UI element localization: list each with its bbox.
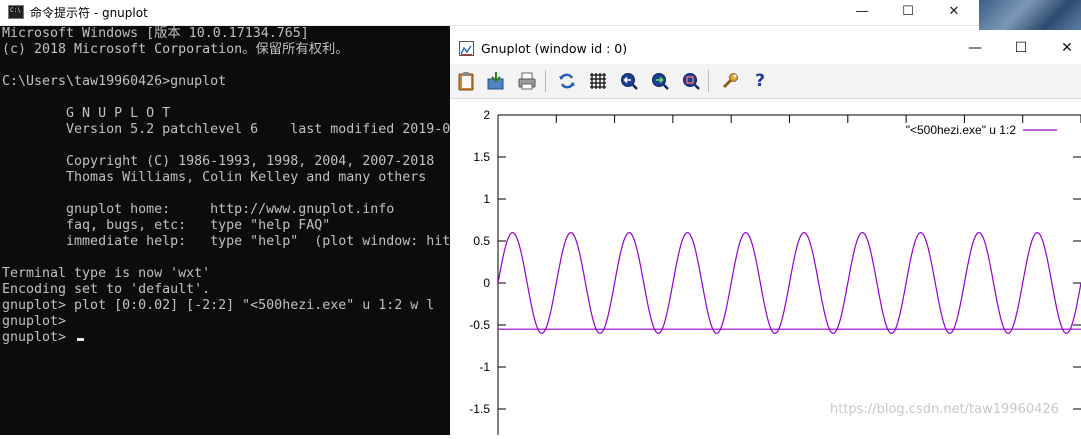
- cmd-minimize-button[interactable]: —: [839, 0, 885, 25]
- y-tick-label: -0.5: [469, 318, 490, 332]
- console-line: G N U P L O T: [2, 106, 171, 121]
- gnuplot-maximize-button[interactable]: ☐: [998, 34, 1044, 64]
- text-cursor: [77, 338, 85, 341]
- console-line: Microsoft Windows [版本 10.0.17134.765]: [2, 26, 309, 41]
- autoscale-icon[interactable]: [680, 70, 702, 92]
- cmd-window-title: 命令提示符 - gnuplot: [30, 6, 148, 20]
- gnuplot-minimize-button[interactable]: —: [952, 34, 998, 64]
- y-tick-label: -1.5: [469, 402, 490, 416]
- console-line: gnuplot> plot [0:0.02] [-2:2] "<500hezi.…: [2, 298, 435, 313]
- series-line: [498, 231, 1081, 335]
- toolbar-separator: [708, 70, 709, 92]
- gnuplot-window-title: Gnuplot (window id : 0): [481, 41, 628, 56]
- console-line: Copyright (C) 1986-1993, 1998, 2004, 200…: [2, 154, 435, 169]
- options-icon[interactable]: [719, 70, 741, 92]
- console-line: Encoding set to 'default'.: [2, 282, 211, 297]
- cmd-close-button[interactable]: ✕: [931, 0, 977, 25]
- console-line: (c) 2018 Microsoft Corporation。保留所有权利。: [2, 42, 349, 57]
- console-line: gnuplot home: http://www.gnuplot.info: [2, 202, 395, 217]
- gnuplot-close-button[interactable]: ✕: [1044, 34, 1081, 64]
- cmd-app-icon: C:\: [8, 5, 24, 19]
- help-icon[interactable]: ?: [749, 70, 771, 92]
- copy-clipboard-icon[interactable]: [455, 70, 477, 92]
- watermark-text: https://blog.csdn.net/taw19960426: [830, 402, 1059, 417]
- cmd-titlebar[interactable]: C:\ 命令提示符 - gnuplot — ☐ ✕: [0, 0, 979, 26]
- replot-icon[interactable]: [556, 70, 578, 92]
- y-tick-label: -1: [479, 360, 490, 374]
- cmd-maximize-button[interactable]: ☐: [885, 0, 931, 25]
- console-line: faq, bugs, etc: type "help FAQ": [2, 218, 331, 233]
- desktop-background: [979, 0, 1081, 30]
- y-tick-label: 0: [483, 276, 490, 290]
- gnuplot-window: Gnuplot (window id : 0) — ☐ ✕ ? -1.5 -1 …: [450, 34, 1081, 435]
- print-icon[interactable]: [516, 70, 538, 92]
- grid-icon[interactable]: [587, 70, 609, 92]
- console-line: immediate help: type "help" (plot window…: [2, 234, 450, 249]
- console-line: Terminal type is now 'wxt': [2, 266, 211, 281]
- help-glyph: ?: [755, 71, 765, 91]
- console-line: C:\Users\taw19960426>gnuplot: [2, 74, 227, 89]
- y-tick-label: 1.5: [473, 150, 490, 164]
- gnuplot-app-icon: [459, 41, 474, 56]
- zoom-previous-icon[interactable]: [618, 70, 640, 92]
- console-output: Microsoft Windows [版本 10.0.17134.765] (c…: [2, 26, 450, 346]
- y-tick-label: 0.5: [473, 234, 490, 248]
- legend-label: "<500hezi.exe" u 1:2: [906, 123, 1017, 137]
- console-line: gnuplot>: [2, 330, 75, 345]
- console-line: Thomas Williams, Colin Kelley and many o…: [2, 170, 427, 185]
- console-line: Version 5.2 patchlevel 6 last modified 2…: [2, 122, 450, 137]
- toolbar-separator: [545, 70, 546, 92]
- plot-area[interactable]: -1.5 -1 -0.5 0 0.5 1 1.5 2 "<500hezi.exe" u 1:2 …: [450, 99, 1081, 435]
- y-tick-label: 2: [483, 108, 490, 122]
- y-tick-label: 1: [483, 192, 490, 206]
- waveform-chart: -1.5 -1 -0.5 0 0.5 1 1.5 2 "<500hezi.exe" u 1:2: [469, 108, 1081, 435]
- zoom-next-icon[interactable]: [649, 70, 671, 92]
- gnuplot-titlebar[interactable]: Gnuplot (window id : 0) — ☐ ✕: [450, 34, 1081, 64]
- cmd-console[interactable]: Microsoft Windows [版本 10.0.17134.765] (c…: [0, 26, 450, 435]
- console-line: gnuplot>: [2, 314, 67, 329]
- export-icon[interactable]: [485, 70, 507, 92]
- gnuplot-toolbar: ?: [450, 64, 1081, 99]
